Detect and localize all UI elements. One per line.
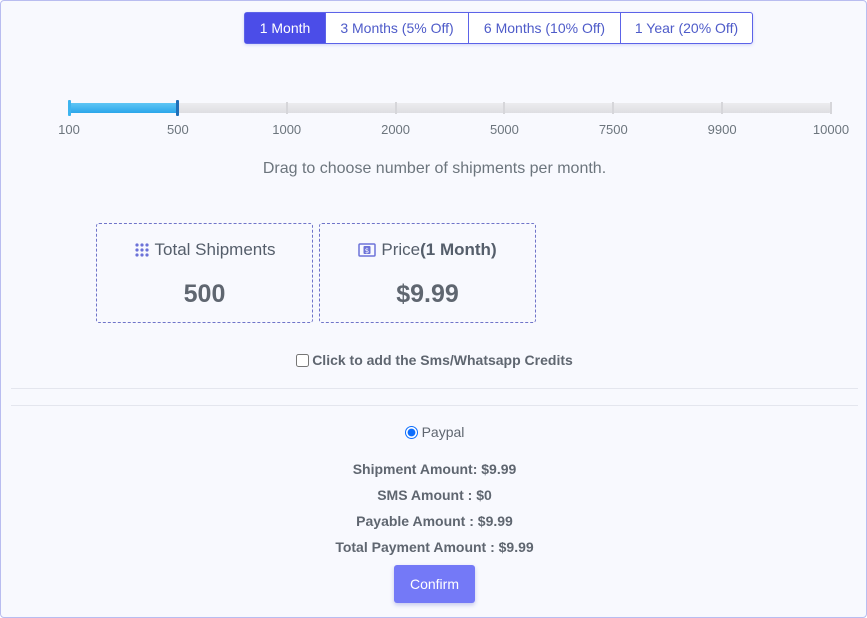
total-payment-amount: Total Payment Amount : $9.99 bbox=[335, 539, 534, 555]
slider-tick-label[interactable]: 10000 bbox=[813, 122, 849, 137]
slider-tick bbox=[503, 102, 506, 114]
slider-tick bbox=[612, 102, 615, 114]
paypal-option[interactable]: Paypal bbox=[1, 424, 867, 440]
total-shipments-value: 500 bbox=[183, 280, 226, 308]
shipments-slider[interactable] bbox=[68, 100, 832, 116]
payable-amount: Payable Amount : $9.99 bbox=[356, 513, 513, 529]
sms-amount: SMS Amount : $0 bbox=[377, 487, 492, 503]
slider-min-handle bbox=[68, 100, 71, 116]
sms-credits-checkbox[interactable] bbox=[296, 353, 310, 367]
slider-tick-label[interactable]: 5000 bbox=[490, 122, 519, 137]
slider-tick bbox=[394, 102, 397, 114]
paypal-label: Paypal bbox=[421, 424, 465, 440]
paypal-radio[interactable] bbox=[404, 425, 418, 439]
price-value: $9.99 bbox=[396, 280, 459, 308]
plan-3-months-button[interactable]: 3 Months (5% Off) bbox=[325, 13, 468, 43]
plan-toggle: 1 Month 3 Months (5% Off) 6 Months (10% … bbox=[244, 12, 753, 44]
plan-1-year-button[interactable]: 1 Year (20% Off) bbox=[620, 13, 752, 43]
divider bbox=[11, 388, 858, 389]
slider-tick-label[interactable]: 1000 bbox=[272, 122, 301, 137]
slider-tick-label[interactable]: 100 bbox=[58, 122, 80, 137]
slider-tick-label[interactable]: 2000 bbox=[381, 122, 410, 137]
price-title: Price bbox=[381, 240, 421, 259]
price-card: $ Price(1 Month) $9.99 bbox=[319, 223, 536, 323]
slider-tick-label[interactable]: 500 bbox=[167, 122, 189, 137]
slider-handle[interactable] bbox=[175, 100, 179, 116]
shipment-amount: Shipment Amount: $9.99 bbox=[352, 461, 517, 477]
slider-track[interactable] bbox=[68, 103, 832, 113]
grid-dots-icon bbox=[134, 243, 149, 257]
plan-6-months-button[interactable]: 6 Months (10% Off) bbox=[468, 13, 620, 43]
plan-1-month-button[interactable]: 1 Month bbox=[245, 13, 325, 43]
total-shipments-title: Total Shipments bbox=[154, 240, 276, 259]
slider-tick-label[interactable]: 7500 bbox=[599, 122, 628, 137]
slider-hint: Drag to choose number of shipments per m… bbox=[262, 160, 607, 177]
divider bbox=[11, 405, 858, 406]
svg-text:$: $ bbox=[365, 247, 369, 255]
total-shipments-card: Total Shipments 500 bbox=[96, 223, 313, 323]
sms-credits-label: Click to add the Sms/Whatsapp Credits bbox=[312, 352, 573, 368]
pricing-panel: 1 Month 3 Months (5% Off) 6 Months (10% … bbox=[0, 0, 867, 618]
sms-credits-option[interactable]: Click to add the Sms/Whatsapp Credits bbox=[1, 352, 867, 368]
slider-fill bbox=[68, 103, 177, 113]
price-period: (1 Month) bbox=[420, 240, 497, 259]
slider-tick-label[interactable]: 9900 bbox=[708, 122, 737, 137]
slider-tick bbox=[285, 102, 288, 114]
confirm-button[interactable]: Confirm bbox=[394, 565, 475, 603]
slider-tick bbox=[830, 102, 832, 114]
money-bill-icon: $ bbox=[358, 243, 377, 257]
slider-tick bbox=[721, 102, 724, 114]
